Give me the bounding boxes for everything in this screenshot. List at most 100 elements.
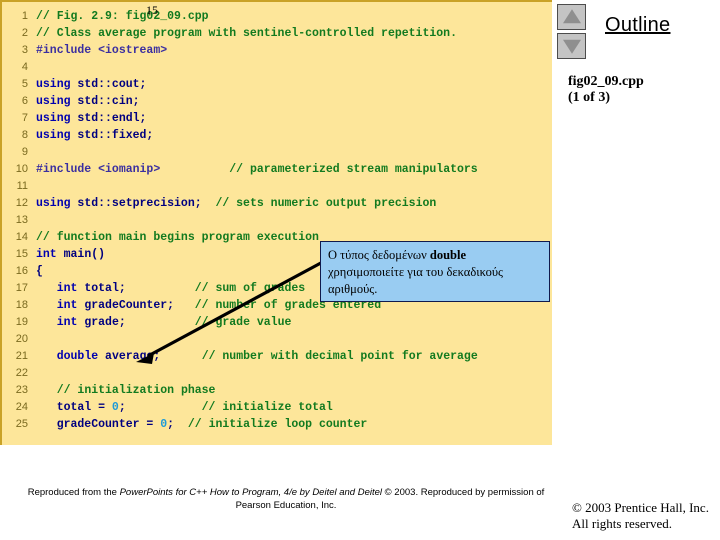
code-token: // initialize loop counter	[187, 418, 368, 431]
code-line: 21 double average; // number with decima…	[2, 348, 552, 365]
callout-text-after: χρησιμοποιείτε για του δεκαδικούς αριθμο…	[328, 265, 503, 296]
code-token: std::cout;	[70, 78, 147, 91]
code-line-number: 13	[15, 214, 28, 226]
code-token: average;	[98, 350, 161, 363]
copyright-line-2: All rights reserved.	[572, 516, 673, 531]
page-number: 15	[146, 3, 158, 17]
code-line: 10 #include <iomanip> // parameterized st…	[2, 161, 552, 178]
code-line: 24 total = 0; // initialize total	[2, 399, 552, 416]
callout-bold-term: double	[429, 248, 467, 262]
outline-scroll-down-button[interactable]	[557, 33, 586, 59]
outline-title: Outline	[605, 14, 671, 36]
code-line-number: 24	[15, 401, 28, 413]
callout-text-before: Ο τύπος δεδομένων	[328, 248, 430, 262]
code-line-number: 7	[21, 112, 28, 124]
code-line-number: 21	[15, 350, 28, 362]
code-token: total =	[36, 401, 112, 414]
code-token: // function main begins program executio…	[36, 231, 319, 244]
code-line: 19 int grade; // grade value	[2, 314, 552, 331]
code-line-number: 10	[15, 163, 28, 175]
code-token: // grade value	[194, 316, 292, 329]
code-line: 4	[2, 59, 552, 76]
code-token: // parameterized stream manipulators	[229, 163, 478, 176]
outline-scroll-up-button[interactable]	[557, 4, 586, 30]
code-line-number: 17	[15, 282, 28, 294]
code-token: using	[36, 112, 71, 125]
code-line: 12 using std::setprecision; // sets numer…	[2, 195, 552, 212]
attribution-title: PowerPoints for C++ How to Program, 4/e …	[119, 487, 383, 498]
code-line-number: 19	[15, 316, 28, 328]
code-line-number: 25	[15, 418, 28, 430]
code-line-number: 8	[21, 129, 28, 141]
outline-panel: Outline fig02_09.cpp (1 of 3)	[552, 0, 720, 445]
code-line-number: 5	[21, 78, 28, 90]
code-token: 0	[111, 401, 119, 414]
code-line-number: 1	[21, 10, 28, 22]
code-token: std::setprecision;	[70, 197, 202, 210]
code-token: total;	[77, 282, 126, 295]
code-token: double	[56, 350, 99, 363]
code-line: 23 // initialization phase	[2, 382, 552, 399]
code-line-number: 16	[15, 265, 28, 277]
code-line-number: 6	[21, 95, 28, 107]
code-token: std::cin;	[70, 95, 140, 108]
copyright-line-1: © 2003 Prentice Hall, Inc.	[572, 500, 709, 515]
code-token: // number with decimal point for average	[201, 350, 478, 363]
code-token: // Fig. 2.9: fig02_09.cpp	[36, 10, 209, 23]
code-line: 9	[2, 144, 552, 161]
code-token: ;	[118, 401, 126, 414]
code-line: 8 using std::fixed;	[2, 127, 552, 144]
outline-file-part: (1 of 3)	[568, 90, 610, 105]
code-token: using	[36, 95, 71, 108]
code-line-number: 4	[21, 61, 28, 73]
code-line: 6 using std::cin;	[2, 93, 552, 110]
code-token: <iomanip>	[98, 163, 161, 176]
code-token: grade;	[77, 316, 126, 329]
code-token: gradeCounter;	[77, 299, 175, 312]
code-line-number: 2	[21, 27, 28, 39]
code-token: <iostream>	[98, 44, 168, 57]
code-lines-container: 1 // Fig. 2.9: fig02_09.cpp 2 // Class aver…	[2, 8, 552, 433]
code-token: std::fixed;	[70, 129, 154, 142]
code-line: 1 // Fig. 2.9: fig02_09.cpp	[2, 8, 552, 25]
outline-file-name: fig02_09.cpp	[568, 74, 644, 89]
code-token: int	[56, 282, 78, 295]
code-token: int	[56, 316, 78, 329]
code-line: 22	[2, 365, 552, 382]
code-line-number: 15	[15, 248, 28, 260]
code-token: using	[36, 197, 71, 210]
code-line: 3 #include <iostream>	[2, 42, 552, 59]
code-line-number: 18	[15, 299, 28, 311]
code-token: main()	[56, 248, 106, 261]
code-line: 7 using std::endl;	[2, 110, 552, 127]
code-token: #include	[36, 44, 99, 57]
code-token: using	[36, 129, 71, 142]
code-line-number: 11	[16, 180, 28, 192]
triangle-up-icon	[562, 9, 581, 24]
copyright-notice: © 2003 Prentice Hall, Inc. All rights re…	[572, 500, 709, 532]
triangle-down-icon	[562, 39, 581, 54]
code-line-number: 22	[15, 367, 28, 379]
code-line: 20	[2, 331, 552, 348]
code-token: // initialize total	[201, 401, 333, 414]
attribution-prefix: Reproduced from the	[27, 487, 120, 498]
code-token: {	[36, 265, 43, 278]
code-token: std::endl;	[70, 112, 147, 125]
code-line: 13	[2, 212, 552, 229]
code-token: // initialization phase	[56, 384, 216, 397]
code-line: 25 gradeCounter = 0; // initialize loop …	[2, 416, 552, 433]
code-line-number: 23	[15, 384, 28, 396]
code-token: int	[36, 248, 57, 261]
